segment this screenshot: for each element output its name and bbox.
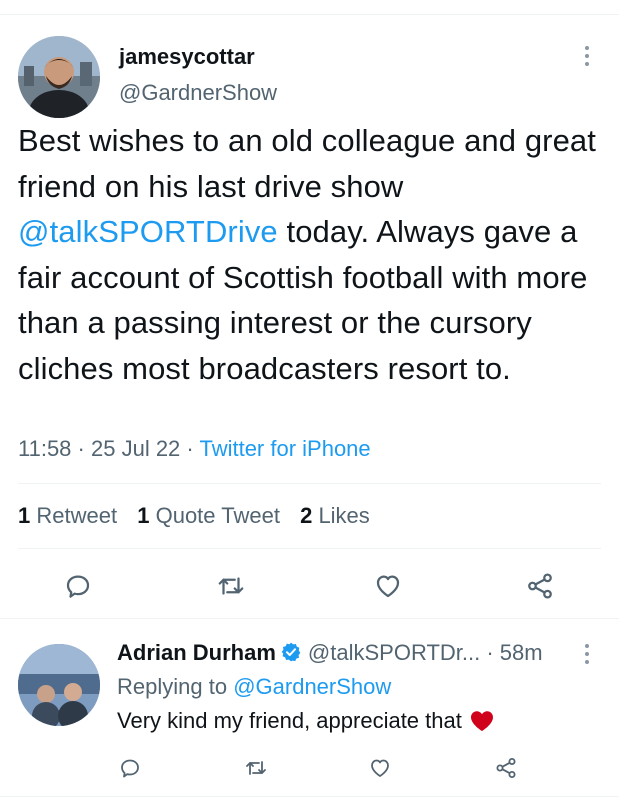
meta-separator: · [77,436,85,461]
author-handle[interactable]: @GardnerShow [119,80,277,106]
reply-author-avatar[interactable] [18,644,100,726]
top-divider [0,14,619,15]
reply-author-name[interactable]: Adrian Durham [117,640,276,665]
author-username[interactable]: jamesycottar [119,44,255,70]
retweets-label: Retweet [36,503,118,528]
reply-icon [66,575,90,598]
stats-divider-top [18,483,601,484]
reply-icon [121,759,139,778]
share-button[interactable] [520,566,560,606]
heart-icon [371,759,389,777]
tweet-mention-link[interactable]: @talkSPORTDrive [18,214,278,249]
reply-author-handle[interactable]: @talkSPORTDr... [308,640,480,665]
reply-share-button[interactable] [490,752,522,784]
bottom-divider [0,796,619,797]
reply-text: Very kind my friend, appreciate that [117,708,494,734]
reply-reply-button[interactable] [114,752,146,784]
verified-badge-icon [281,642,301,662]
quotes-label: Quote Tweet [155,503,280,528]
retweets-count: 1 [18,503,31,528]
heart-icon [376,575,400,598]
likes-stat[interactable]: 2 Likes [300,503,370,529]
reply-header: Adrian Durham @talkSPORTDr... · 58m [117,640,543,666]
share-icon [496,758,516,778]
reply-dot: · [486,640,494,665]
reply-text-body: Very kind my friend, appreciate that [117,708,462,733]
more-vertical-icon[interactable] [580,644,594,674]
more-vertical-icon[interactable] [580,46,594,76]
reply-actions [0,752,619,784]
tweet-source-link[interactable]: Twitter for iPhone [199,436,370,461]
replying-to-link[interactable]: @GardnerShow [233,674,391,699]
tweet-actions [0,566,619,606]
quote-tweets-stat[interactable]: 1 Quote Tweet [137,503,280,529]
tweet-time: 11:58 [18,436,72,461]
share-icon [528,573,552,599]
quotes-count: 1 [137,503,150,528]
retweet-icon [218,577,244,595]
replying-to-prefix: Replying to [117,674,228,699]
reply-retweet-button[interactable] [240,752,272,784]
reply-divider [0,618,619,619]
tweet-stats: 1 Retweet 1 Quote Tweet 2 Likes [18,503,384,529]
retweet-button[interactable] [211,566,251,606]
author-avatar[interactable] [18,36,100,118]
tweet-date: 25 Jul 22 [91,436,181,461]
like-button[interactable] [368,566,408,606]
retweets-stat[interactable]: 1 Retweet [18,503,117,529]
red-heart-emoji-icon [470,711,493,731]
reply-button[interactable] [58,566,98,606]
tweet-text: Best wishes to an old colleague and grea… [18,118,603,391]
tweet-meta: 11:58 · 25 Jul 22 · Twitter for iPhone [18,436,371,462]
reply-like-button[interactable] [364,752,396,784]
meta-separator: · [186,436,194,461]
reply-time: 58m [499,640,543,665]
stats-divider-bottom [18,548,601,549]
likes-label: Likes [318,503,370,528]
replying-to: Replying to @GardnerShow [117,674,391,700]
likes-count: 2 [300,503,313,528]
tweet-text-part: Best wishes to an old colleague and grea… [18,123,596,204]
retweet-icon [246,761,266,775]
